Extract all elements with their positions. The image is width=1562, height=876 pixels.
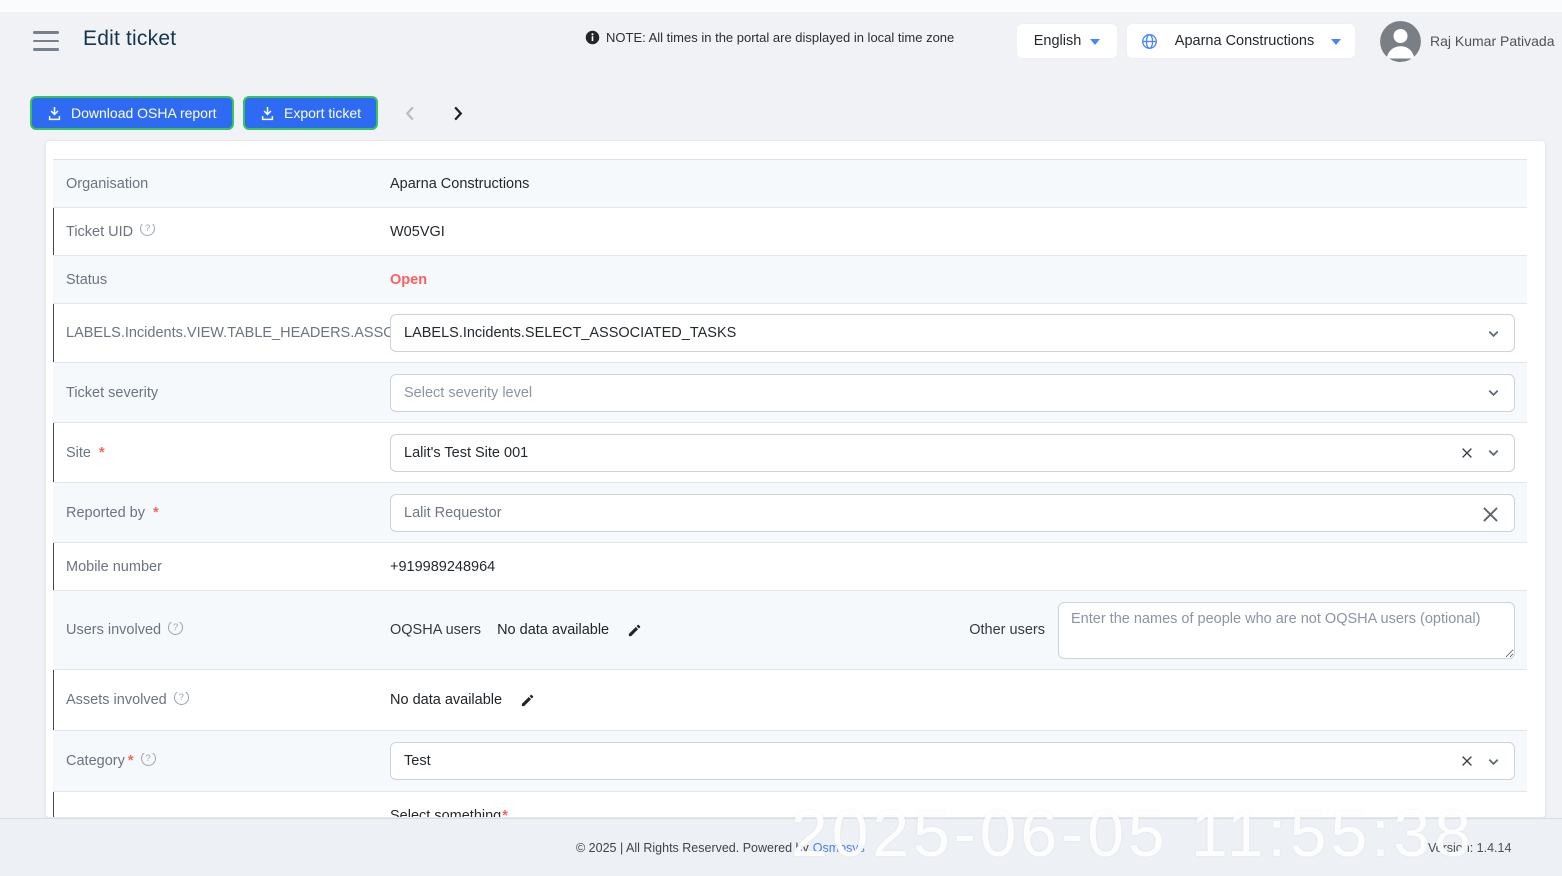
required-marker: * — [128, 753, 134, 769]
assets-empty-text: No data available — [390, 692, 502, 708]
top-strip — [0, 0, 1562, 12]
category-field-label: Category — [66, 753, 125, 769]
row-ticket-uid: Ticket UID ? W05VGI — [53, 208, 1527, 256]
row-category: Category* ? Test — [53, 731, 1527, 792]
users-involved-field-label: Users involved — [66, 622, 161, 638]
row-associated-tasks: LABELS.Incidents.VIEW.TABLE_HEADERS.ASSO… — [53, 304, 1527, 363]
chevron-down-icon — [1486, 754, 1501, 769]
associated-tasks-field-label: LABELS.Incidents.VIEW.TABLE_HEADERS.ASSO — [53, 325, 390, 341]
organisation-label: Aparna Constructions — [1167, 33, 1322, 49]
edit-assets-pencil-icon[interactable] — [518, 691, 537, 710]
info-icon — [585, 30, 600, 45]
required-marker: * — [99, 445, 105, 461]
oqsha-users-empty-text: No data available — [497, 622, 609, 638]
help-icon[interactable]: ? — [141, 753, 156, 766]
row-assets-involved: Assets involved ? No data available — [53, 670, 1527, 731]
organisation-dropdown[interactable]: Aparna Constructions — [1127, 24, 1355, 58]
download-icon — [260, 106, 275, 121]
clear-category-icon[interactable] — [1458, 752, 1476, 770]
export-ticket-label: Export ticket — [284, 105, 361, 121]
timezone-note: NOTE: All times in the portal are displa… — [585, 30, 954, 45]
ticket-uid-value: W05VGI — [390, 224, 1527, 240]
hamburger-menu-button[interactable] — [33, 31, 59, 51]
ticket-severity-field-label: Ticket severity — [53, 385, 390, 401]
required-marker: * — [502, 808, 508, 819]
language-dropdown[interactable]: English — [1017, 24, 1117, 58]
oqsha-users-label: OQSHA users — [390, 622, 481, 638]
row-organisation: Organisation Aparna Constructions — [53, 160, 1527, 208]
hamburger-bar — [33, 48, 59, 51]
site-select[interactable]: Lalit's Test Site 001 — [390, 434, 1515, 472]
row-partial: Select something* — [53, 792, 1527, 818]
user-name: Raj Kumar Pativada — [1430, 33, 1555, 49]
download-osha-label: Download OSHA report — [71, 105, 217, 121]
chevron-down-icon — [1486, 385, 1501, 400]
category-select[interactable]: Test — [390, 742, 1515, 780]
row-status: Status Open — [53, 256, 1527, 304]
row-users-involved: Users involved ? OQSHA users No data ava… — [53, 591, 1527, 670]
export-ticket-button[interactable]: Export ticket — [243, 96, 378, 130]
globe-icon — [1141, 33, 1158, 50]
page-title: Edit ticket — [83, 27, 176, 51]
ticket-severity-select[interactable]: Select severity level — [390, 374, 1515, 412]
hamburger-bar — [33, 40, 59, 43]
other-users-textarea[interactable] — [1058, 602, 1515, 659]
row-site: Site * Lalit's Test Site 001 — [53, 423, 1527, 483]
status-field-label: Status — [53, 272, 390, 288]
version-text: Version: 1.4.14 — [1428, 841, 1511, 855]
category-selected: Test — [404, 753, 1448, 769]
download-icon — [47, 106, 62, 121]
status-badge: Open — [390, 272, 427, 288]
help-icon[interactable]: ? — [140, 224, 155, 237]
edit-users-pencil-icon[interactable] — [625, 621, 644, 640]
site-selected: Lalit's Test Site 001 — [404, 445, 1448, 461]
help-icon[interactable]: ? — [168, 622, 183, 635]
partial-row-text: Select something — [390, 808, 501, 819]
footer: © 2025 | All Rights Reserved. Powered by… — [0, 818, 1562, 876]
mobile-number-value: +919989248964 — [390, 559, 1527, 575]
chevron-down-icon — [1486, 445, 1501, 460]
reported-by-field-label: Reported by — [66, 505, 145, 521]
row-ticket-severity: Ticket severity Select severity level — [53, 363, 1527, 423]
associated-tasks-select[interactable]: LABELS.Incidents.SELECT_ASSOCIATED_TASKS — [390, 314, 1515, 352]
ticket-form-card: Organisation Aparna Constructions Ticket… — [45, 140, 1546, 818]
row-mobile-number: Mobile number +919989248964 — [53, 543, 1527, 591]
site-field-label: Site — [66, 445, 91, 461]
note-text: NOTE: All times in the portal are displa… — [606, 30, 954, 45]
organisation-field-label: Organisation — [53, 176, 390, 192]
row-reported-by: Reported by * — [53, 483, 1527, 543]
clear-reported-by-icon[interactable] — [1478, 502, 1503, 527]
hamburger-bar — [33, 31, 59, 34]
clear-site-icon[interactable] — [1458, 444, 1476, 462]
organisation-value: Aparna Constructions — [390, 176, 1527, 192]
copyright-text: © 2025 | All Rights Reserved. Powered by — [576, 841, 809, 855]
mobile-number-field-label: Mobile number — [53, 559, 390, 575]
ticket-severity-placeholder: Select severity level — [404, 385, 1476, 401]
ticket-form-table: Organisation Aparna Constructions Ticket… — [53, 159, 1527, 818]
download-osha-report-button[interactable]: Download OSHA report — [30, 96, 234, 130]
reported-by-input[interactable] — [390, 494, 1515, 532]
caret-down-icon — [1331, 39, 1341, 45]
language-label: English — [1034, 33, 1082, 49]
required-marker: * — [153, 505, 159, 521]
other-users-label: Other users — [969, 622, 1045, 638]
avatar[interactable] — [1380, 21, 1421, 62]
associated-tasks-selected: LABELS.Incidents.SELECT_ASSOCIATED_TASKS — [404, 325, 1476, 341]
assets-involved-field-label: Assets involved — [66, 692, 167, 708]
powered-by-link[interactable]: Osmosys — [813, 841, 865, 855]
next-ticket-button[interactable] — [447, 103, 467, 123]
ticket-uid-field-label: Ticket UID — [66, 224, 133, 240]
caret-down-icon — [1090, 39, 1100, 45]
previous-ticket-button[interactable] — [400, 103, 420, 123]
help-icon[interactable]: ? — [174, 692, 189, 705]
chevron-down-icon — [1486, 326, 1501, 341]
